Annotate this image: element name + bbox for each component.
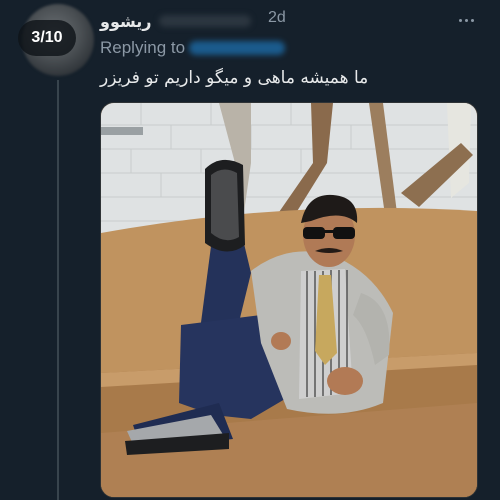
more-horizontal-icon[interactable] [454,12,478,28]
tweet-timestamp[interactable]: 2d [268,9,286,27]
tweet-photo[interactable] [100,102,478,498]
thread-connector-line [57,80,59,500]
photo-illustration [101,103,477,497]
replying-to-label: Replying to [100,38,186,57]
author-display-name[interactable]: ریشوو [100,12,151,31]
tweet-text: ما همیشه ماهی و میگو داریم تو فریزر [100,68,369,88]
replying-to-row: Replying to [100,36,286,60]
thread-counter-badge: 3/10 [18,20,76,56]
author-handle-redacted [159,15,252,27]
tweet-author-row: ریشوو [100,8,252,34]
replying-to-mention-redacted[interactable] [189,41,286,55]
